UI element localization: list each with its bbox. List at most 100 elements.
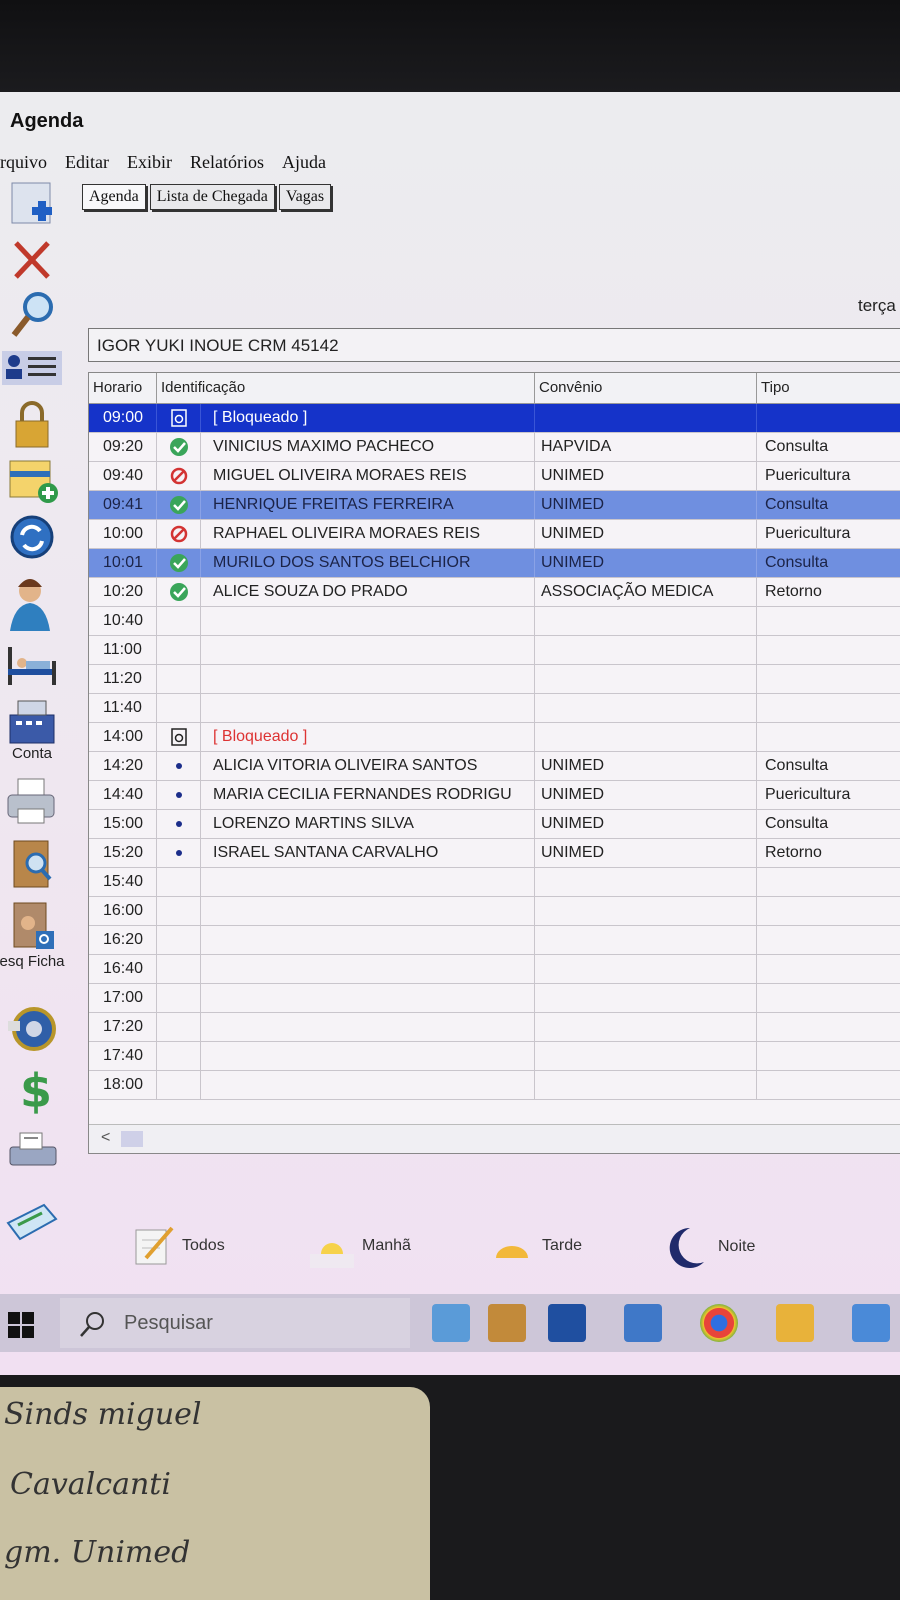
- table-row[interactable]: 15:40: [89, 868, 900, 897]
- column-header-horario[interactable]: Horario: [89, 373, 157, 403]
- cell-tipo: [757, 926, 900, 954]
- table-row[interactable]: 09:20 VINICIUS MAXIMO PACHECO HAPVIDA Consu…: [89, 433, 900, 462]
- bed-button[interactable]: [4, 639, 60, 689]
- notes-button[interactable]: [4, 1199, 60, 1245]
- finance-button[interactable]: $: [4, 1065, 60, 1115]
- cell-time: 14:00: [89, 723, 157, 751]
- app-window: Agenda rquivo Editar Exibir Relatórios A…: [0, 92, 900, 1375]
- menu-bar: rquivo Editar Exibir Relatórios Ajuda: [0, 152, 326, 173]
- tab-agenda[interactable]: Agenda: [82, 184, 146, 210]
- cell-patient-name: RAPHAEL OLIVEIRA MORAES REIS: [201, 520, 535, 548]
- doctor-button[interactable]: [4, 575, 60, 633]
- cell-tipo: Consulta: [757, 810, 900, 838]
- filter-noite[interactable]: Noite: [660, 1224, 755, 1270]
- cell-tipo: [757, 868, 900, 896]
- cell-patient-name: ISRAEL SANTANA CARVALHO: [201, 839, 535, 867]
- cell-tipo: Retorno: [757, 839, 900, 867]
- horizontal-scrollbar[interactable]: <: [89, 1124, 900, 1153]
- table-row[interactable]: 09:40 MIGUEL OLIVEIRA MORAES REIS UNIMED Pu…: [89, 462, 900, 491]
- filter-tarde-label: Tarde: [542, 1237, 583, 1254]
- add-schedule-button[interactable]: [4, 457, 60, 507]
- taskbar-app-7-icon[interactable]: [852, 1304, 890, 1342]
- menu-arquivo[interactable]: rquivo: [0, 152, 47, 173]
- table-row[interactable]: 11:40: [89, 694, 900, 723]
- phone-button[interactable]: [4, 1007, 60, 1053]
- table-row[interactable]: 14:00 [ Bloqueado ]: [89, 723, 900, 752]
- filter-manha[interactable]: Manhã: [310, 1224, 411, 1268]
- table-row[interactable]: 09:41 HENRIQUE FREITAS FERREIRA UNIMED Cons…: [89, 491, 900, 520]
- cell-patient-name: [201, 636, 535, 664]
- cell-convenio: [535, 1042, 757, 1070]
- delete-button[interactable]: [4, 237, 60, 283]
- no-entry-icon: [157, 520, 201, 548]
- menu-relatorios[interactable]: Relatórios: [190, 152, 264, 173]
- cell-patient-name: [201, 868, 535, 896]
- table-row[interactable]: 15:00 LORENZO MARTINS SILVA UNIMED Consulta: [89, 810, 900, 839]
- taskbar-app-4-icon[interactable]: [624, 1304, 662, 1342]
- column-header-identificacao[interactable]: Identificação: [157, 373, 535, 403]
- taskbar-search-box[interactable]: Pesquisar: [60, 1298, 410, 1348]
- conta-button[interactable]: Conta: [4, 699, 60, 762]
- cell-time: 10:40: [89, 607, 157, 635]
- taskbar-app-1-icon[interactable]: [432, 1304, 470, 1342]
- tab-lista-chegada[interactable]: Lista de Chegada: [149, 184, 275, 210]
- cell-tipo: [757, 723, 900, 751]
- table-row[interactable]: 10:01 MURILO DOS SANTOS BELCHIOR UNIMED Con…: [89, 549, 900, 578]
- table-row[interactable]: 11:00: [89, 636, 900, 665]
- chrome-icon[interactable]: [700, 1304, 738, 1342]
- table-row[interactable]: 17:20: [89, 1013, 900, 1042]
- table-row[interactable]: 17:40: [89, 1042, 900, 1071]
- cell-patient-name: [201, 955, 535, 983]
- grid-rows: 09:00 [ Bloqueado ] 09:20 VINICIUS MAXIMO P…: [89, 404, 900, 1100]
- table-row[interactable]: 14:40 MARIA CECILIA FERNANDES RODRIGU UNIM…: [89, 781, 900, 810]
- menu-ajuda[interactable]: Ajuda: [282, 152, 326, 173]
- column-header-tipo[interactable]: Tipo: [757, 373, 900, 403]
- table-row[interactable]: 18:00: [89, 1071, 900, 1100]
- table-row[interactable]: 10:00 RAPHAEL OLIVEIRA MORAES REIS UNIMED P…: [89, 520, 900, 549]
- scroll-left-arrow[interactable]: <: [101, 1129, 110, 1147]
- file-explorer-icon[interactable]: [776, 1304, 814, 1342]
- scroll-thumb[interactable]: [121, 1131, 143, 1147]
- cell-time: 17:40: [89, 1042, 157, 1070]
- cell-patient-name: MIGUEL OLIVEIRA MORAES REIS: [201, 462, 535, 490]
- svg-text:$: $: [20, 1065, 52, 1115]
- column-header-convenio[interactable]: Convênio: [535, 373, 757, 403]
- cell-tipo: [757, 984, 900, 1012]
- table-row[interactable]: 16:20: [89, 926, 900, 955]
- taskbar-store-icon[interactable]: [548, 1304, 586, 1342]
- table-row[interactable]: 10:20 ALICE SOUZA DO PRADO ASSOCIAÇÃO MEDI…: [89, 578, 900, 607]
- table-row[interactable]: 14:20 ALICIA VITORIA OLIVEIRA SANTOS UNIME…: [89, 752, 900, 781]
- doctor-name-field[interactable]: IGOR YUKI INOUE CRM 45142: [88, 328, 900, 362]
- cell-status: [157, 607, 201, 635]
- filter-todos[interactable]: Todos: [130, 1224, 225, 1268]
- cashier-button[interactable]: [4, 1127, 60, 1173]
- taskbar-app-2-icon[interactable]: [488, 1304, 526, 1342]
- menu-editar[interactable]: Editar: [65, 152, 109, 173]
- table-row[interactable]: 10:40: [89, 607, 900, 636]
- cell-tipo: Puericultura: [757, 781, 900, 809]
- pesq-ficha-button[interactable]: Pesq Ficha: [0, 901, 65, 970]
- table-row[interactable]: 09:00 [ Bloqueado ]: [89, 404, 900, 433]
- menu-exibir[interactable]: Exibir: [127, 152, 172, 173]
- print-button[interactable]: [4, 777, 60, 827]
- search-button[interactable]: [4, 289, 60, 341]
- table-row[interactable]: 16:40: [89, 955, 900, 984]
- tab-vagas[interactable]: Vagas: [278, 184, 332, 210]
- cell-status: [157, 926, 201, 954]
- table-row[interactable]: 11:20: [89, 665, 900, 694]
- filter-tarde[interactable]: Tarde: [490, 1224, 582, 1268]
- new-appointment-button[interactable]: [4, 181, 60, 231]
- start-button[interactable]: [6, 1310, 36, 1345]
- cell-convenio: UNIMED: [535, 839, 757, 867]
- cell-tipo: Consulta: [757, 491, 900, 519]
- search-record-button[interactable]: [4, 839, 60, 891]
- cell-patient-name: [201, 926, 535, 954]
- lock-button[interactable]: [4, 399, 60, 451]
- cell-convenio: [535, 897, 757, 925]
- table-row[interactable]: 17:00: [89, 984, 900, 1013]
- table-row[interactable]: 15:20 ISRAEL SANTANA CARVALHO UNIMED Retorn…: [89, 839, 900, 868]
- refresh-button[interactable]: [4, 513, 60, 563]
- table-row[interactable]: 16:00: [89, 897, 900, 926]
- patient-list-button[interactable]: [2, 347, 62, 387]
- note-line-2: Cavalcanti: [10, 1467, 171, 1502]
